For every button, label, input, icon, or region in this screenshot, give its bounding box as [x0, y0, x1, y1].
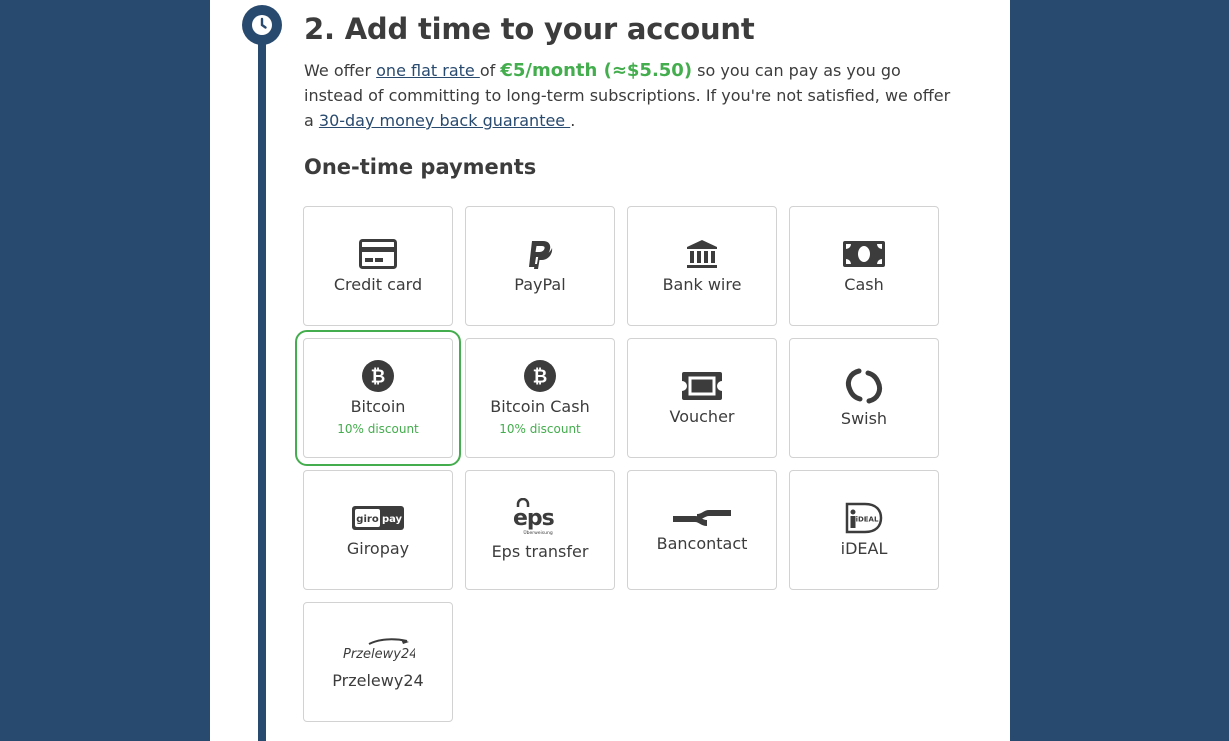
bitcoin-icon: ₿: [362, 359, 394, 393]
paypal-icon: [526, 237, 554, 271]
bank-icon: [686, 237, 718, 271]
svg-text:₿: ₿: [533, 366, 548, 387]
payment-method-label: Giropay: [346, 539, 410, 558]
payment-method-bancontact[interactable]: Bancontact: [627, 470, 777, 590]
payment-method-label: Cash: [844, 275, 884, 294]
payment-method-label: Bitcoin: [350, 396, 406, 416]
przelewy24-icon: Przelewy24: [341, 633, 415, 667]
payment-method-label: Bancontact: [656, 534, 748, 553]
payment-method-paypal[interactable]: PayPal: [465, 206, 615, 326]
timeline-line: [258, 30, 266, 741]
payment-method-bank-wire[interactable]: Bank wire: [627, 206, 777, 326]
section-title: One-time payments: [304, 155, 537, 179]
payment-method-label: Przelewy24: [332, 671, 424, 690]
payment-method-swish[interactable]: Swish: [789, 338, 939, 458]
ideal-icon: iDEAL: [845, 501, 883, 535]
step-title: 2. Add time to your account: [304, 12, 755, 46]
cash-icon: [843, 237, 885, 271]
payment-method-label: Voucher: [669, 407, 735, 426]
payment-method-credit-card[interactable]: Credit card: [303, 206, 453, 326]
giropay-icon: giro pay: [352, 501, 404, 535]
main-panel: 2. Add time to your account We offer one…: [210, 0, 1010, 741]
payment-method-giropay[interactable]: giro pay Giropay: [303, 470, 453, 590]
payment-method-voucher[interactable]: Voucher: [627, 338, 777, 458]
bancontact-icon: [673, 506, 731, 530]
payment-method-ideal[interactable]: iDEAL iDEAL: [789, 470, 939, 590]
payment-method-label: Bank wire: [662, 275, 742, 294]
svg-text:pay: pay: [382, 514, 403, 525]
svg-text:Überweisung: Überweisung: [523, 529, 553, 536]
svg-text:giro: giro: [356, 514, 379, 525]
payment-method-eps-transfer[interactable]: eps Überweisung Eps transfer: [465, 470, 615, 590]
payment-method-label: Eps transfer: [491, 542, 589, 561]
flat-rate-link[interactable]: one flat rate: [376, 61, 480, 80]
price: €5/month (≈$5.50): [500, 60, 693, 81]
payment-method-przelewy24[interactable]: Przelewy24 Przelewy24: [303, 602, 453, 722]
credit-card-icon: [359, 237, 397, 271]
eps-icon: eps Überweisung: [510, 498, 570, 538]
voucher-icon: [682, 369, 722, 403]
clock-icon: [242, 5, 282, 45]
discount-badge: 10% discount: [499, 421, 581, 436]
payment-method-label: Bitcoin Cash: [490, 396, 590, 416]
pricing-intro: We offer one flat rate of €5/month (≈$5.…: [304, 60, 951, 130]
payment-method-bitcoin-cash[interactable]: ₿ Bitcoin Cash 10% discount: [465, 338, 615, 458]
payment-method-label: Credit card: [333, 275, 423, 294]
payment-method-cash[interactable]: Cash: [789, 206, 939, 326]
bitcoin-cash-icon: ₿: [524, 359, 556, 393]
payment-method-bitcoin[interactable]: ₿ Bitcoin 10% discount: [295, 330, 461, 466]
svg-text:eps: eps: [513, 506, 555, 531]
money-back-guarantee-link[interactable]: 30-day money back guarantee: [319, 111, 570, 130]
svg-text:₿: ₿: [371, 366, 386, 387]
payment-method-label: PayPal: [514, 275, 566, 294]
payment-method-label: iDEAL: [840, 539, 888, 558]
svg-text:iDEAL: iDEAL: [856, 516, 879, 524]
payment-method-label: Swish: [840, 409, 888, 428]
svg-text:Przelewy24: Przelewy24: [343, 647, 415, 662]
swish-icon: [845, 367, 883, 405]
discount-badge: 10% discount: [337, 421, 419, 436]
